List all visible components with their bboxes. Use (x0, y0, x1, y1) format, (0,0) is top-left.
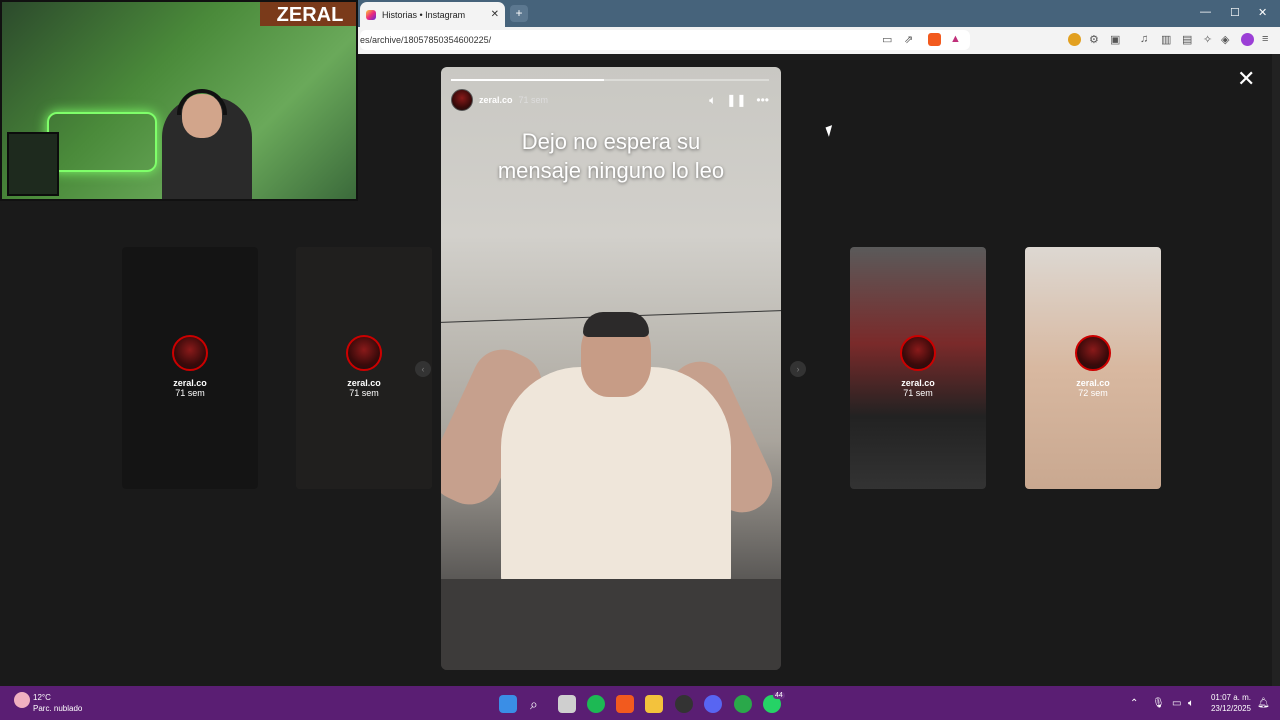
search-icon[interactable]: ⌕ (530, 696, 538, 713)
side-story-time: 72 sem (1078, 388, 1108, 398)
task-view-icon[interactable] (558, 695, 576, 713)
new-tab-button[interactable]: + (510, 5, 528, 22)
more-icon[interactable]: ••• (756, 93, 769, 107)
scrollbar[interactable] (1272, 54, 1280, 686)
discord-icon[interactable] (704, 695, 722, 713)
pause-icon[interactable]: ❚❚ (726, 93, 746, 107)
screenshot-icon[interactable]: ▣ (1110, 33, 1120, 46)
story-username[interactable]: zeral.co (479, 95, 513, 105)
side-story-card[interactable]: zeral.co 72 sem (1025, 247, 1161, 489)
share-icon[interactable]: ⇗ (904, 33, 913, 46)
side-story-card[interactable]: zeral.co 71 sem (122, 247, 258, 489)
tab-close-button[interactable]: ✕ (491, 9, 499, 20)
close-story-button[interactable]: ✕ (1237, 66, 1255, 92)
spotify-icon[interactable] (587, 695, 605, 713)
speaker-icon[interactable]: 🔈︎ (709, 93, 716, 108)
clock-time: 01:07 a. m. (1210, 693, 1251, 702)
network-icon[interactable]: ▭ (1172, 698, 1181, 709)
weather-icon (14, 692, 30, 708)
close-window-button[interactable]: ✕ (1258, 6, 1267, 19)
avatar (900, 335, 936, 371)
monitor (7, 132, 59, 196)
tab-title: Historias • Instagram (382, 9, 466, 20)
side-story-username: zeral.co (901, 378, 935, 388)
story-caption: Dejo no espera su mensaje ninguno lo leo (441, 127, 781, 185)
windows-taskbar (0, 686, 1280, 720)
app-icon[interactable] (734, 695, 752, 713)
story-time: 71 sem (518, 95, 549, 105)
side-story-card[interactable]: zeral.co 71 sem (850, 247, 986, 489)
story-progress-bar (451, 79, 769, 81)
maximize-button[interactable]: ☐ (1230, 6, 1240, 19)
caption-line: mensaje ninguno lo leo (497, 158, 725, 183)
webcam-overlay: ZERAL (0, 0, 358, 201)
sidebar-icon[interactable]: ▥ (1161, 33, 1171, 46)
volume-icon[interactable]: 🔈︎ (1188, 698, 1194, 709)
file-explorer-icon[interactable] (645, 695, 663, 713)
menu-icon[interactable]: ≡ (1262, 33, 1268, 45)
instagram-icon (366, 9, 376, 20)
avatar (1075, 335, 1111, 371)
side-story-time: 71 sem (175, 388, 205, 398)
extension-icon[interactable] (1068, 33, 1081, 46)
clock-date: 23/12/2025 (1210, 704, 1251, 713)
vpn-icon[interactable]: ◈ (1221, 33, 1229, 46)
brave-rewards-icon[interactable]: ▲ (950, 33, 961, 45)
start-icon[interactable] (499, 695, 517, 713)
desk-foreground (441, 579, 781, 670)
notification-badge: 44 (773, 692, 785, 699)
music-icon[interactable]: ♫ (1140, 33, 1148, 45)
headphones-icon (177, 89, 227, 115)
person-shirt (501, 367, 731, 587)
weather-condition: Parc. nublado (33, 704, 83, 713)
tab-instagram[interactable]: Historias • Instagram ✕ (360, 2, 505, 27)
brave-icon[interactable] (616, 695, 634, 713)
previous-story-button[interactable]: ‹ (415, 361, 431, 377)
side-story-card[interactable]: zeral.co 71 sem (296, 247, 432, 489)
side-story-username: zeral.co (347, 378, 381, 388)
microphone-icon[interactable]: 🎙︎ (1152, 698, 1165, 709)
notifications-icon[interactable]: 🔔︎ (1257, 698, 1270, 709)
url-text: es/archive/18057850354600225/ (360, 35, 492, 45)
extensions-puzzle-icon[interactable]: ⚙ (1089, 33, 1099, 46)
side-story-time: 71 sem (903, 388, 933, 398)
temperature: 12°C (33, 693, 51, 702)
side-story-username: zeral.co (173, 378, 207, 388)
weather-widget[interactable]: 12°C Parc. nublado (14, 692, 82, 714)
neon-sign (47, 112, 157, 172)
avatar (172, 335, 208, 371)
brave-shield-icon[interactable] (928, 33, 941, 46)
cast-icon[interactable]: ▭ (882, 33, 892, 46)
person-hair (583, 312, 649, 337)
side-story-username: zeral.co (1076, 378, 1110, 388)
story-progress-fill (451, 79, 604, 81)
active-story[interactable]: zeral.co 71 sem 🔈︎ ❚❚ ••• Dejo no espera… (441, 67, 781, 670)
obs-icon[interactable] (675, 695, 693, 713)
avatar (346, 335, 382, 371)
leo-icon[interactable]: ✧ (1203, 33, 1212, 46)
chevron-up-icon[interactable]: ⌃ (1130, 698, 1138, 709)
system-clock[interactable]: 01:07 a. m. 23/12/2025 (1205, 692, 1251, 714)
side-story-time: 71 sem (349, 388, 379, 398)
profile-icon[interactable] (1241, 33, 1254, 46)
story-header: zeral.co 71 sem 🔈︎ ❚❚ ••• (451, 89, 769, 111)
streamer-name: ZERAL (260, 2, 356, 26)
wallet-icon[interactable]: ▤ (1182, 33, 1192, 46)
avatar[interactable] (451, 89, 473, 111)
minimize-button[interactable]: — (1200, 6, 1211, 18)
caption-line: Dejo no espera su (521, 129, 701, 154)
next-story-button[interactable]: › (790, 361, 806, 377)
address-bar[interactable]: es/archive/18057850354600225/ (360, 30, 970, 50)
